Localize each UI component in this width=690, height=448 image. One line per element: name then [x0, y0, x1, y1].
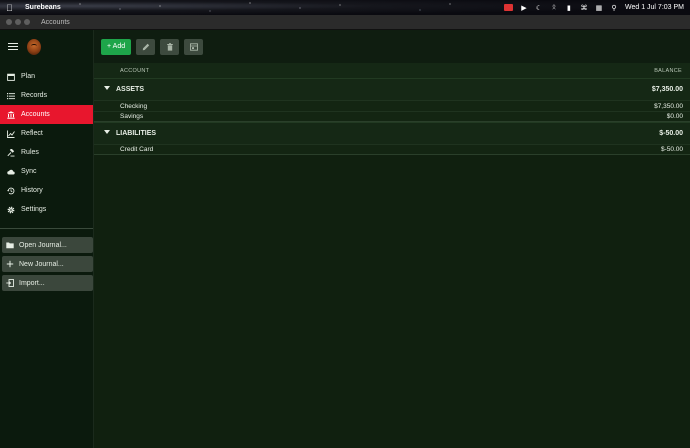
battery-icon[interactable]: ▮	[565, 4, 573, 12]
sidebar-item-sync[interactable]: Sync	[0, 162, 93, 181]
hamburger-menu-icon[interactable]	[8, 42, 18, 51]
menubar-clock[interactable]: Wed 1 Jul 7:03 PM	[625, 4, 684, 11]
sidebar-item-accounts[interactable]: Accounts	[0, 105, 93, 124]
archive-button[interactable]	[184, 38, 204, 55]
column-header-balance[interactable]: BALANCE	[654, 68, 682, 74]
table-row[interactable]: Credit Card $-50.00	[94, 144, 690, 155]
app-body: Plan Records Accounts Reflect Rules Sync	[0, 30, 690, 448]
window-minimize-button[interactable]	[15, 19, 21, 25]
sidebar-item-history[interactable]: History	[0, 181, 93, 200]
table-row[interactable]: Savings $0.00	[94, 111, 690, 122]
sidebar-header	[0, 30, 93, 63]
open-journal-button[interactable]: Open Journal...	[2, 237, 93, 253]
plus-icon	[6, 260, 14, 268]
notification-badge-icon[interactable]	[503, 4, 513, 11]
sidebar-item-plan[interactable]: Plan	[0, 67, 93, 86]
menubar-status-area: ▶ ☾ ᛟ ▮ ⌘ ▦ ⚲ Wed 1 Jul 7:03 PM	[503, 4, 684, 12]
group-balance: $-50.00	[659, 130, 683, 137]
bluetooth-icon[interactable]: ᛟ	[550, 4, 558, 12]
window-title: Accounts	[41, 18, 70, 26]
new-journal-label: New Journal...	[19, 260, 64, 268]
sidebar-item-label: Plan	[21, 73, 36, 80]
group-name: LIABILITIES	[116, 130, 157, 137]
window-zoom-button[interactable]	[24, 19, 30, 25]
caret-down-icon[interactable]	[104, 86, 110, 90]
sidebar-item-label: Rules	[21, 149, 39, 156]
accounts-table-header: ACCOUNT BALANCE	[94, 63, 690, 78]
toolbar: + Add	[94, 30, 690, 63]
sidebar-item-label: Records	[21, 92, 48, 99]
folder-icon	[6, 242, 14, 249]
account-name: Credit Card	[120, 146, 154, 153]
group-name: ASSETS	[116, 86, 145, 93]
gear-icon	[7, 206, 15, 213]
moon-icon[interactable]: ☾	[535, 4, 543, 12]
delete-button[interactable]	[160, 38, 180, 55]
list-icon	[7, 92, 15, 99]
import-label: Import...	[19, 279, 45, 287]
gavel-icon	[7, 148, 15, 156]
account-balance: $-50.00	[660, 146, 683, 153]
wifi-icon[interactable]: ⌘	[580, 4, 588, 12]
sidebar-item-label: History	[21, 187, 43, 194]
group-row-liabilities[interactable]: LIABILITIES $-50.00	[94, 122, 690, 144]
history-icon	[7, 187, 15, 194]
pencil-icon	[142, 43, 149, 50]
add-account-button[interactable]: + Add	[101, 38, 132, 55]
window-close-button[interactable]	[6, 19, 12, 25]
apple-icon[interactable]: 	[6, 3, 15, 13]
sidebar-nav: Plan Records Accounts Reflect Rules Sync	[0, 67, 93, 219]
archive-icon	[189, 42, 198, 51]
app-logo-avatar	[27, 38, 41, 55]
account-name: Checking	[120, 102, 148, 110]
spotlight-icon[interactable]: ⚲	[610, 4, 618, 12]
sidebar-item-settings[interactable]: Settings	[0, 200, 93, 219]
table-row[interactable]: Checking $7,350.00	[94, 100, 690, 111]
menu-bar:  Surebeans ▶ ☾ ᛟ ▮ ⌘ ▦ ⚲ Wed 1 Jul 7:03…	[0, 0, 690, 15]
account-balance: $0.00	[666, 113, 683, 120]
trash-icon	[166, 42, 173, 51]
import-icon	[6, 279, 14, 287]
sidebar-item-label: Reflect	[21, 130, 43, 137]
window-titlebar[interactable]: Accounts	[0, 15, 690, 30]
open-journal-label: Open Journal...	[19, 241, 67, 249]
bank-icon	[7, 110, 15, 119]
volume-icon[interactable]: ▶	[520, 4, 528, 12]
calendar-icon	[7, 73, 15, 81]
group-balance: $7,350.00	[651, 86, 683, 93]
sidebar-item-rules[interactable]: Rules	[0, 143, 93, 162]
cloud-icon	[7, 169, 15, 174]
account-name: Savings	[120, 113, 144, 120]
new-journal-button[interactable]: New Journal...	[2, 256, 93, 272]
sidebar: Plan Records Accounts Reflect Rules Sync	[0, 30, 94, 448]
sidebar-item-label: Settings	[21, 206, 47, 213]
chart-icon	[7, 130, 15, 138]
group-row-assets[interactable]: ASSETS $7,350.00	[94, 78, 690, 100]
sidebar-item-reflect[interactable]: Reflect	[0, 124, 93, 143]
account-balance: $7,350.00	[654, 102, 683, 110]
edit-button[interactable]	[136, 38, 156, 55]
import-button[interactable]: Import...	[2, 275, 93, 291]
sidebar-item-label: Sync	[21, 168, 37, 175]
control-center-icon[interactable]: ▦	[595, 4, 603, 12]
menubar-app-name[interactable]: Surebeans	[25, 4, 61, 11]
main-content: + Add ACCOUNT BALANCE ASSETS $7,350.00 C…	[94, 30, 690, 448]
caret-down-icon[interactable]	[104, 130, 110, 134]
sidebar-item-records[interactable]: Records	[0, 86, 93, 105]
sidebar-item-label: Accounts	[21, 111, 50, 118]
column-header-account[interactable]: ACCOUNT	[120, 68, 149, 74]
sidebar-divider	[0, 228, 93, 229]
